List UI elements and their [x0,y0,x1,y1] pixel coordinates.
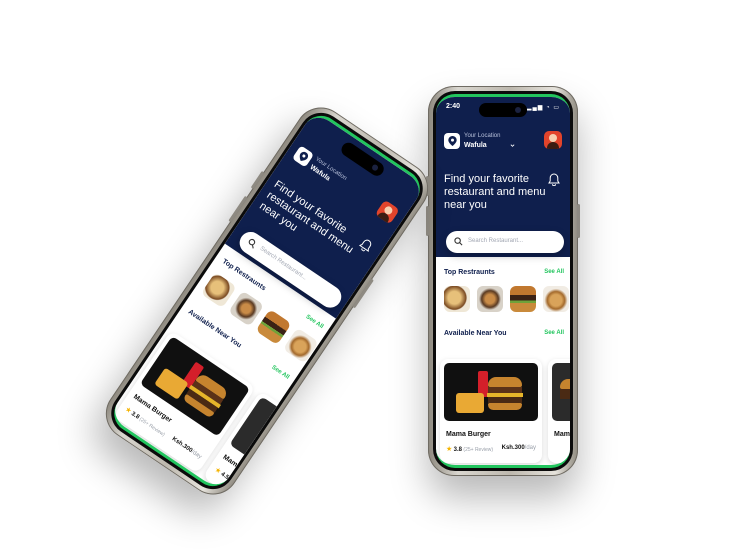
restaurant-name: Mama Burger [446,431,491,438]
search-icon [454,237,463,246]
phone-tilted: Your Location Wafula Find your favorite … [95,97,439,505]
mockup-scene: 2:40 ▂▄▆ ◔ ▭ Your Location Wafula Find y… [0,0,739,556]
app-screen: Your Location Wafula Find your favorite … [106,108,428,494]
location-label: Your Location [464,133,501,139]
search-bar[interactable]: Search Restaurant... [446,231,564,253]
see-all-nearby-link[interactable]: See All [270,365,290,381]
chevron-down-icon[interactable] [510,143,515,148]
restaurant-thumb[interactable] [282,327,319,364]
avatar[interactable] [374,199,400,225]
restaurant-price: Ksh.300/day [170,436,203,461]
restaurant-thumb[interactable] [477,286,503,312]
search-input[interactable]: Search Restaurant... [468,238,523,244]
restaurant-thumb[interactable] [228,290,265,327]
avatar[interactable] [544,131,562,149]
restaurant-card-image [552,363,570,421]
restaurant-card[interactable]: Mama Burger [548,359,570,463]
restaurant-thumb[interactable] [200,272,237,309]
app-screen: 2:40 ▂▄▆ ◔ ▭ Your Location Wafula Find y… [436,94,570,468]
signal-icon: ▂▄▆ ◔ ▭ [526,105,560,111]
see-all-top-link[interactable]: See All [305,314,325,330]
phone-upright: 2:40 ▂▄▆ ◔ ▭ Your Location Wafula Find y… [426,86,580,476]
restaurant-card-image [229,396,340,494]
location-pin-icon[interactable] [444,133,460,149]
restaurant-card-image [139,335,251,437]
star-icon: ★ [446,446,453,453]
restaurant-price: Ksh.300/day [501,445,536,451]
status-time: 2:40 [446,103,461,110]
see-all-top-link[interactable]: See All [544,269,564,275]
restaurant-card-image [444,363,538,421]
restaurant-thumb[interactable] [255,309,292,346]
restaurant-name: Mama Burger [554,431,570,438]
dynamic-island [479,103,527,117]
top-restaurants-list [444,286,570,312]
available-near-you-title: Available Near You [444,330,507,337]
location-value[interactable]: Wafula [464,142,487,149]
top-restaurants-title: Top Restraunts [444,269,495,276]
see-all-nearby-link[interactable]: See All [544,330,564,336]
restaurant-rating: ★ 3.8 (25+ Review) [446,446,494,453]
search-icon [248,238,256,249]
restaurant-thumb[interactable] [543,286,569,312]
restaurant-thumb[interactable] [510,286,536,312]
restaurant-thumb[interactable] [444,286,470,312]
headline: Find your favorite restaurant and menu n… [444,173,546,211]
dynamic-island [338,140,387,179]
restaurant-card[interactable]: Mama Burger ★ 3.8 (25+ Review) Ksh.300/d… [440,359,542,463]
bell-icon[interactable] [548,173,560,186]
